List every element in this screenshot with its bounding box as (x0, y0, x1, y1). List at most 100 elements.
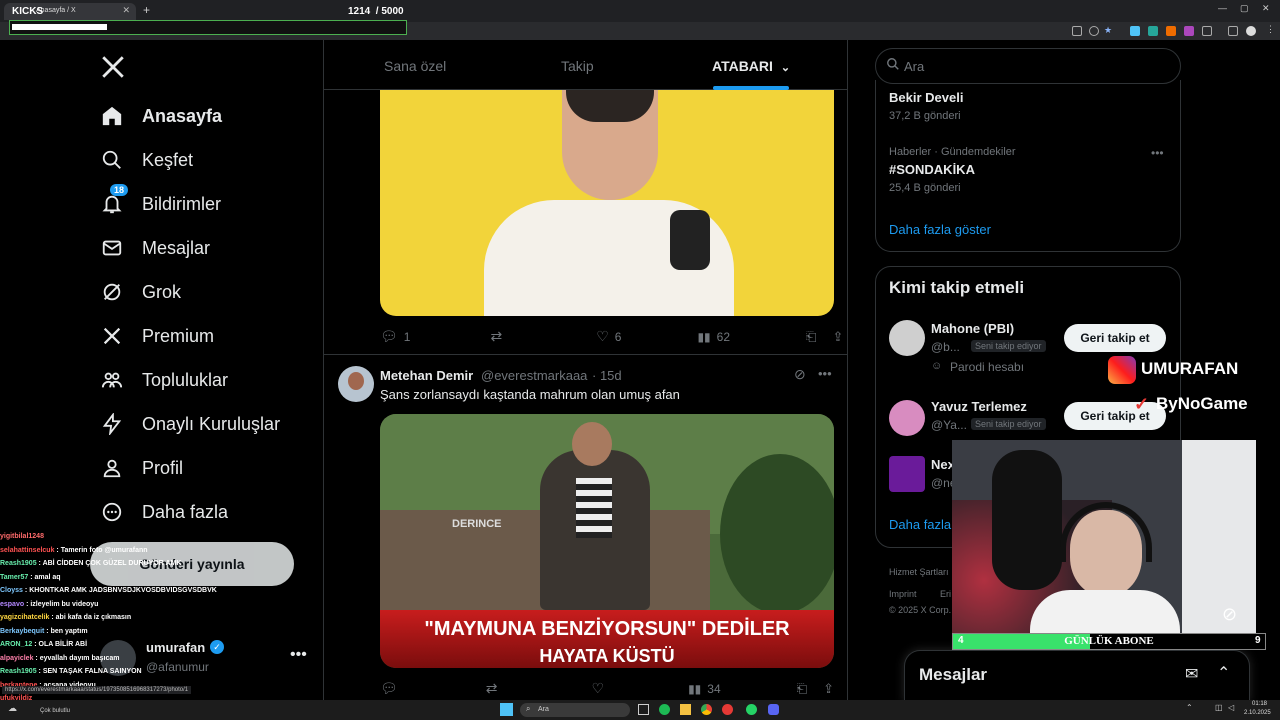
post-time[interactable]: · 15d (592, 368, 622, 383)
tab-atabari[interactable]: ATABARI ⌄ (712, 58, 790, 74)
avatar[interactable] (889, 320, 925, 356)
chat-message: yigitbilal1248 (0, 530, 320, 544)
author-avatar[interactable] (338, 366, 374, 402)
menu-icon[interactable]: ⋮ (1266, 24, 1276, 34)
extension-icon-1[interactable] (1130, 26, 1140, 36)
chat-username[interactable]: Reash1905 (0, 668, 37, 675)
bookmark-star-icon[interactable]: ★ (1104, 25, 1114, 35)
footer-link[interactable]: Eri (940, 589, 951, 599)
views-icon[interactable]: ▮▮ (697, 330, 710, 344)
user-name[interactable]: Yavuz Terlemez (931, 399, 1027, 414)
sidebar-item-home[interactable]: Anasayfa (100, 96, 222, 136)
show-more-link[interactable]: Daha fazla göster (889, 222, 991, 237)
chat-username[interactable]: Tamer57 (0, 574, 28, 581)
views-icon[interactable]: ▮▮ (688, 682, 701, 696)
explorer-icon[interactable] (680, 704, 691, 715)
spotify-icon[interactable] (659, 704, 670, 715)
sponsor-overlay: ✓ ByNoGame (1134, 392, 1264, 418)
chat-username[interactable]: espavo (0, 601, 24, 608)
start-icon[interactable] (500, 703, 513, 716)
app-icon-1[interactable] (722, 704, 733, 715)
x-logo-icon[interactable] (100, 54, 126, 80)
show-more-link[interactable]: Daha fazla (889, 517, 951, 532)
retweet-icon[interactable]: ⇄ (490, 328, 502, 345)
sidebar-item-explore[interactable]: Keşfet (100, 140, 193, 180)
sidebar-item-notifications[interactable]: 18 Bildirimler (100, 184, 221, 224)
tab-close-icon[interactable]: ✕ (122, 5, 130, 16)
bookmark-icon[interactable]: ⎗ (806, 329, 816, 345)
zoom-icon[interactable] (1089, 26, 1099, 36)
avatar[interactable] (889, 400, 925, 436)
tab-following[interactable]: Takip (561, 58, 594, 74)
copyright: © 2025 X Corp. (889, 605, 952, 615)
sidebar-item-premium[interactable]: Premium (100, 316, 214, 356)
volume-icon[interactable]: ◁ (1228, 703, 1234, 712)
share-icon[interactable]: ⇪ (823, 681, 834, 697)
chat-username[interactable]: Berkaybequit (0, 628, 44, 635)
sidebar-item-messages[interactable]: Mesajlar (100, 228, 210, 268)
chat-username[interactable]: yigitbilal1248 (0, 533, 44, 540)
author-name[interactable]: Metehan Demir (380, 368, 473, 383)
like-icon[interactable]: ♡ (596, 328, 609, 345)
like-icon[interactable]: ♡ (592, 680, 605, 697)
tray-arrow-icon[interactable]: ⌃ (1186, 703, 1193, 712)
chrome-icon[interactable] (701, 704, 712, 715)
task-view-icon[interactable] (638, 704, 649, 715)
sidebar-item-profile[interactable]: Profil (100, 448, 183, 488)
sidebar-item-communities[interactable]: Topluluklar (100, 360, 228, 400)
like-count: 6 (614, 329, 622, 344)
post-more-icon[interactable]: ••• (818, 366, 832, 381)
extension-icon-4[interactable] (1184, 26, 1194, 36)
search-box[interactable]: Ara (875, 48, 1181, 84)
minimize-icon[interactable]: — (1218, 3, 1227, 13)
expand-icon[interactable]: ⌃ (1217, 663, 1230, 683)
extension-icon-3[interactable] (1166, 26, 1176, 36)
user-name[interactable]: Mahone (PBI) (931, 321, 1014, 336)
share-icon[interactable]: ⇪ (832, 329, 843, 345)
trend-more-icon[interactable]: ••• (1151, 146, 1164, 160)
clock-time[interactable]: 01:18 (1252, 701, 1267, 707)
sidebar-icon[interactable] (1228, 26, 1238, 36)
new-tab-icon[interactable]: + (143, 3, 150, 17)
taskbar-search[interactable]: ⌕ Ara (520, 703, 630, 717)
retweet-icon[interactable]: ⇄ (486, 680, 498, 697)
avatar[interactable] (889, 456, 925, 492)
footer-link[interactable]: Hizmet Şartları (889, 567, 949, 577)
sidebar-item-grok[interactable]: Grok (100, 272, 181, 312)
profile-avatar-icon[interactable] (1246, 26, 1256, 36)
chat-username[interactable]: Reash1905 (0, 560, 37, 567)
bookmark-icon[interactable]: ⎗ (797, 681, 807, 697)
clock-date[interactable]: 2.10.2025 (1244, 710, 1271, 716)
trend-name[interactable]: Bekir Develi (889, 90, 963, 105)
discord-icon[interactable] (768, 704, 779, 715)
address-bar[interactable] (0, 20, 1280, 40)
follow-back-button[interactable]: Geri takip et (1064, 324, 1166, 352)
reply-icon[interactable]: 💬︎ (380, 328, 398, 345)
reply-icon[interactable]: 💬︎ (380, 680, 398, 697)
close-window-icon[interactable]: ✕ (1262, 3, 1270, 14)
footer-link[interactable]: Imprint (889, 589, 917, 599)
chat-username[interactable]: yagizcihatcelik (0, 614, 49, 621)
extensions-icon[interactable] (1202, 26, 1212, 36)
trend-name[interactable]: #SONDAKİKA (889, 162, 975, 177)
extension-icon-2[interactable] (1148, 26, 1158, 36)
cast-icon[interactable] (1072, 26, 1082, 36)
tab-for-you[interactable]: Sana özel (384, 58, 446, 74)
chat-text: Tamerin foto @umurafann (60, 546, 148, 554)
network-icon[interactable]: ◫ (1215, 703, 1223, 712)
new-message-icon[interactable]: ✉ (1185, 664, 1198, 684)
maximize-icon[interactable]: ▢ (1240, 3, 1249, 14)
messages-drawer[interactable]: Mesajlar ✉ ⌃ (904, 650, 1250, 702)
author-handle[interactable]: @everestmarkaaa (481, 368, 587, 383)
chat-username[interactable]: alpayiclek (0, 655, 33, 662)
grok-post-icon[interactable]: ⊘ (794, 366, 806, 383)
post-image[interactable]: DERINCE "MAYMUNA BENZİYORSUN" DEDİLER HA… (380, 414, 834, 668)
chat-username[interactable]: Cloyss (0, 587, 23, 594)
chat-username[interactable]: selahattinselcuk (0, 547, 54, 554)
sidebar-item-more[interactable]: Daha fazla (100, 492, 228, 532)
sidebar-item-verified-orgs[interactable]: Onaylı Kuruluşlar (100, 404, 280, 444)
weather-widget[interactable]: ☁ Çok bulutlu (4, 703, 84, 717)
chat-username[interactable]: ARON_12 (0, 641, 32, 648)
whatsapp-icon[interactable] (746, 704, 757, 715)
post-image[interactable] (380, 90, 834, 316)
